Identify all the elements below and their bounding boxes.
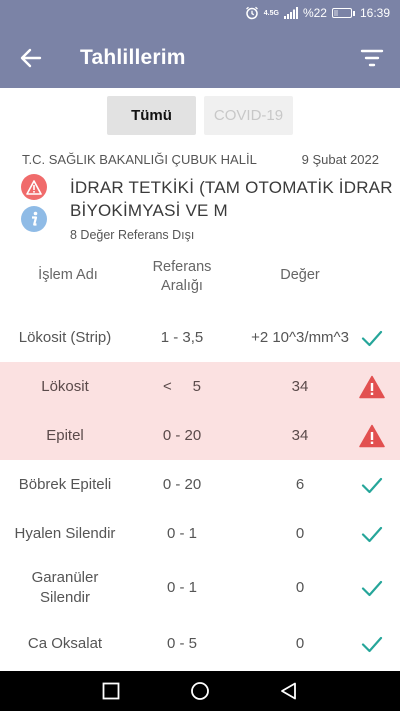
report-date: 9 Şubat 2022 (301, 152, 379, 167)
info-icon (32, 211, 38, 226)
header-value: Değer (280, 267, 320, 283)
header-name: İşlem Adı (38, 267, 98, 283)
report-source: T.C. SAĞLIK BAKANLIĞI ÇUBUK HALİL (22, 152, 257, 167)
system-nav-bar (0, 671, 400, 711)
status-flag (358, 313, 386, 362)
row-value: 34 (291, 377, 309, 395)
table-row[interactable]: Epitel 0 - 20 34 (0, 411, 400, 460)
filter-tabs: Tümü COVID-19 (0, 96, 400, 136)
clock: 16:39 (359, 6, 390, 20)
table-row[interactable]: Böbrek Epiteli 0 - 20 6 (0, 460, 400, 509)
row-value: +2 10^3/mm^3 (251, 328, 349, 346)
row-name: Lökosit (41, 377, 89, 395)
info-badge[interactable] (21, 206, 47, 232)
row-value: 34 (291, 426, 309, 444)
signal-icon (283, 7, 298, 19)
status-flag (358, 618, 386, 670)
row-value: 0 (295, 635, 305, 652)
circle-icon (191, 682, 209, 700)
table-row[interactable]: Lökosit < 5 34 (0, 362, 400, 411)
table-row[interactable]: Ca Oksalat 0 - 5 0 (0, 618, 400, 670)
battery-percent: %22 (302, 6, 327, 20)
status-icons: 4.5G %22 16:39 (245, 6, 390, 20)
back-nav-button[interactable] (279, 681, 299, 701)
recents-button[interactable] (101, 681, 121, 701)
filter-button[interactable] (360, 47, 384, 69)
check-icon (361, 580, 383, 597)
row-value: 0 (295, 524, 305, 542)
status-flag (358, 460, 386, 509)
battery-icon (331, 8, 355, 18)
row-name: Ca Oksalat (27, 635, 103, 652)
row-reference: < 5 (163, 377, 201, 395)
row-name: Epitel (46, 426, 84, 444)
out-of-range-count: 8 Değer Referans Dışı (70, 228, 195, 242)
row-reference: 0 - 1 (166, 579, 197, 596)
row-name: Hyalen Silendir (14, 524, 116, 542)
table-row[interactable]: Hyalen Silendir 0 - 1 0 (0, 509, 400, 558)
table-header: İşlem Adı Referans Aralığı Değer (0, 258, 400, 298)
row-reference: 0 - 20 (162, 426, 202, 444)
page-title: Tahlillerim (80, 46, 186, 69)
status-flag (358, 509, 386, 558)
warning-triangle-icon (359, 375, 385, 398)
row-reference: 1 - 3,5 (160, 328, 204, 346)
app-bar: Tahlillerim (0, 27, 400, 88)
back-button[interactable] (18, 45, 44, 71)
header-reference: Referans Aralığı (152, 259, 212, 294)
triangle-back-icon (281, 682, 296, 700)
warning-badge (21, 174, 47, 200)
warning-triangle-icon (359, 424, 385, 447)
check-icon (361, 477, 383, 493)
square-icon (102, 682, 120, 700)
check-icon (361, 330, 383, 346)
report-meta: T.C. SAĞLIK BAKANLIĞI ÇUBUK HALİL 9 Şuba… (0, 152, 400, 170)
row-reference: 0 - 5 (166, 635, 197, 652)
row-reference: 0 - 1 (166, 524, 197, 542)
table-row[interactable]: Lökosit (Strip) 1 - 3,5 +2 10^3/mm^3 (0, 313, 400, 362)
row-value: 0 (295, 579, 305, 596)
alarm-icon (245, 6, 259, 20)
network-type-label: 4.5G (263, 9, 279, 17)
arrow-left-icon (20, 48, 42, 68)
row-name: Lökosit (Strip) (18, 328, 112, 346)
table-row[interactable]: Garanüler Silendir 0 - 1 0 (0, 558, 400, 618)
tab-covid-19[interactable]: COVID-19 (204, 96, 293, 135)
tab-all[interactable]: Tümü (107, 96, 196, 135)
test-name: İDRAR TETKİKİ (TAM OTOMATİK İDRAR BİYOKİ… (70, 178, 393, 220)
check-icon (361, 526, 383, 542)
row-name: Garanüler Silendir (31, 569, 99, 606)
row-name: Böbrek Epiteli (18, 475, 112, 493)
row-value: 6 (295, 475, 305, 493)
status-flag (358, 411, 386, 460)
status-flag (358, 558, 386, 618)
row-reference: 0 - 20 (162, 475, 202, 493)
filter-icon (360, 49, 384, 67)
status-bar: 4.5G %22 16:39 (0, 0, 400, 27)
status-flag (358, 362, 386, 411)
home-button[interactable] (190, 681, 210, 701)
warning-triangle-icon (26, 179, 42, 195)
check-icon (361, 636, 383, 653)
